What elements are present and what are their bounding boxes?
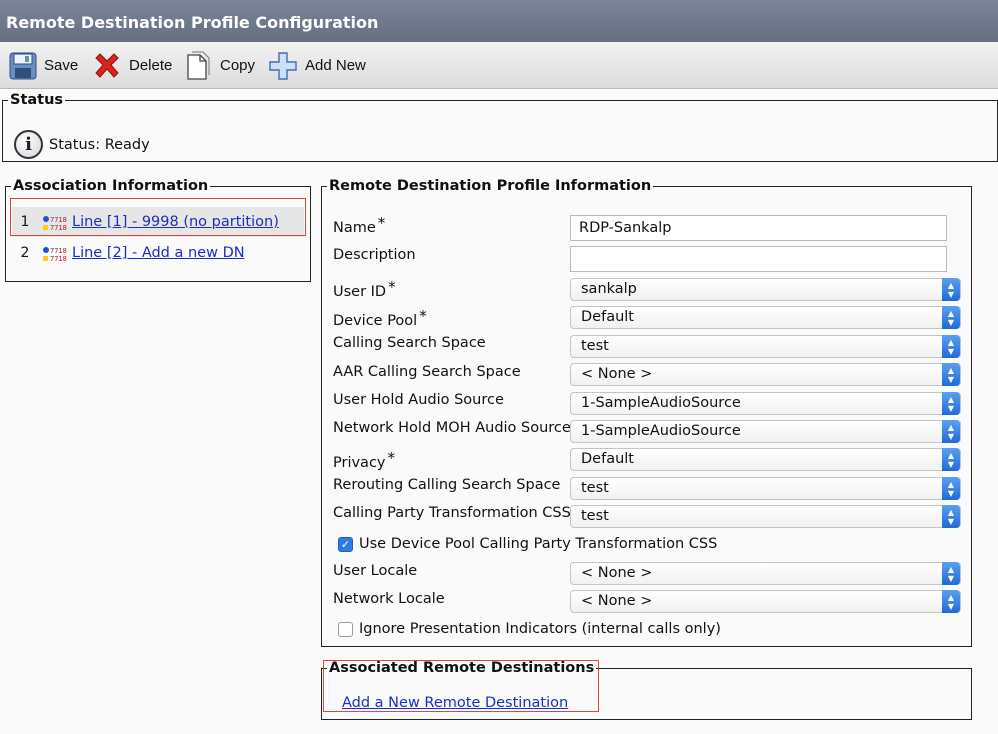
line-2-link[interactable]: Line [2] - Add a new DN [72,245,245,261]
chevron-updown-icon: ▲ ▼ [942,363,960,386]
status-text: Status: Ready [49,136,150,153]
status-legend: Status [8,92,66,108]
svg-text:7718: 7718 [50,247,67,255]
association-legend: Association Information [11,178,211,194]
association-section: Association Information 1 7718 7718 Line… [5,178,311,282]
user-hold-select[interactable]: 1-SampleAudioSource ▲ ▼ [570,392,961,415]
save-label: Save [44,57,79,74]
user-hold-label: User Hold Audio Source [333,392,504,408]
css-label: Calling Search Space [333,335,486,351]
description-input[interactable] [570,246,947,272]
page-title: Remote Destination Profile Configuration [0,0,998,42]
cpt-css-label: Calling Party Transformation CSS [333,505,571,521]
chevron-updown-icon: ▲ ▼ [942,420,960,443]
chevron-updown-icon: ▲ ▼ [942,448,960,471]
ignore-presentation-label: Ignore Presentation Indicators (internal… [359,621,721,637]
red-x-icon [95,52,119,78]
description-label: Description [333,247,416,263]
network-locale-label: Network Locale [333,591,445,607]
remote-destinations-legend: Associated Remote Destinations [327,660,597,676]
rerouting-css-select[interactable]: test ▲ ▼ [570,477,961,500]
add-remote-destination-link[interactable]: Add a New Remote Destination [342,695,568,711]
privacy-select[interactable]: Default ▲ ▼ [570,448,961,471]
svg-text:7718: 7718 [50,255,67,263]
chevron-updown-icon: ▲ ▼ [942,505,960,528]
aar-css-select[interactable]: < None > ▲ ▼ [570,363,961,386]
name-input[interactable]: RDP-Sankalp [570,215,947,241]
ignore-presentation-checkbox[interactable] [338,621,353,637]
user-id-select[interactable]: sankalp ▲ ▼ [570,278,961,301]
svg-text:7718: 7718 [50,224,67,232]
add-new-label: Add New [305,57,366,74]
name-label: Name * [333,214,386,236]
network-locale-select[interactable]: < None > ▲ ▼ [570,590,961,613]
phone-line-icon: 7718 7718 [42,212,72,232]
info-icon: i [14,130,43,159]
use-device-pool-cpt-row: ✓ Use Device Pool Calling Party Transfor… [338,536,717,552]
svg-text:7718: 7718 [50,216,67,224]
use-device-pool-cpt-label: Use Device Pool Calling Party Transforma… [359,536,718,552]
blue-plus-icon [269,51,297,80]
remote-destinations-section: Associated Remote Destinations Add a New… [321,660,972,720]
network-hold-label: Network Hold MOH Audio Source [333,420,571,436]
chevron-updown-icon: ▲ ▼ [942,306,960,329]
chevron-updown-icon: ▲ ▼ [942,278,960,301]
copy-button[interactable]: Copy [185,42,255,89]
save-button[interactable]: Save [9,42,78,89]
chevron-updown-icon: ▲ ▼ [942,477,960,500]
privacy-label: Privacy * [333,449,395,471]
chevron-updown-icon: ▲ ▼ [942,590,960,613]
css-select[interactable]: test ▲ ▼ [570,335,961,358]
toolbar: Save Delete Copy Add New [0,42,998,89]
user-locale-label: User Locale [333,563,418,579]
aar-css-label: AAR Calling Search Space [333,364,521,380]
status-section: Status i Status: Ready [2,92,998,162]
ignore-presentation-row: Ignore Presentation Indicators (internal… [338,621,721,637]
chevron-updown-icon: ▲ ▼ [942,562,960,585]
user-locale-select[interactable]: < None > ▲ ▼ [570,562,961,585]
copy-document-icon [187,51,210,80]
profile-section: Remote Destination Profile Information N… [321,178,972,647]
delete-button[interactable]: Delete [92,42,172,89]
chevron-updown-icon: ▲ ▼ [942,335,960,358]
chevron-updown-icon: ▲ ▼ [942,392,960,415]
device-pool-select[interactable]: Default ▲ ▼ [570,306,961,329]
rerouting-css-label: Rerouting Calling Search Space [333,477,561,493]
device-pool-label: Device Pool * [333,307,427,329]
delete-label: Delete [129,57,173,74]
row-number: 1 [20,214,30,230]
row-number: 2 [20,245,30,261]
association-row-1: 1 7718 7718 Line [1] - 9998 (no partitio… [12,207,304,237]
user-id-label: User ID * [333,278,396,300]
use-device-pool-cpt-checkbox[interactable]: ✓ [338,536,353,552]
line-1-link[interactable]: Line [1] - 9998 (no partition) [72,214,279,230]
profile-legend: Remote Destination Profile Information [327,178,654,194]
add-new-button[interactable]: Add New [268,42,366,89]
association-row-2: 2 7718 7718 Line [2] - Add a new DN [12,238,304,268]
copy-label: Copy [220,57,256,74]
phone-line-icon: 7718 7718 [42,243,72,263]
cpt-css-select[interactable]: test ▲ ▼ [570,505,961,528]
floppy-disk-icon [9,52,37,79]
network-hold-select[interactable]: 1-SampleAudioSource ▲ ▼ [570,420,961,443]
